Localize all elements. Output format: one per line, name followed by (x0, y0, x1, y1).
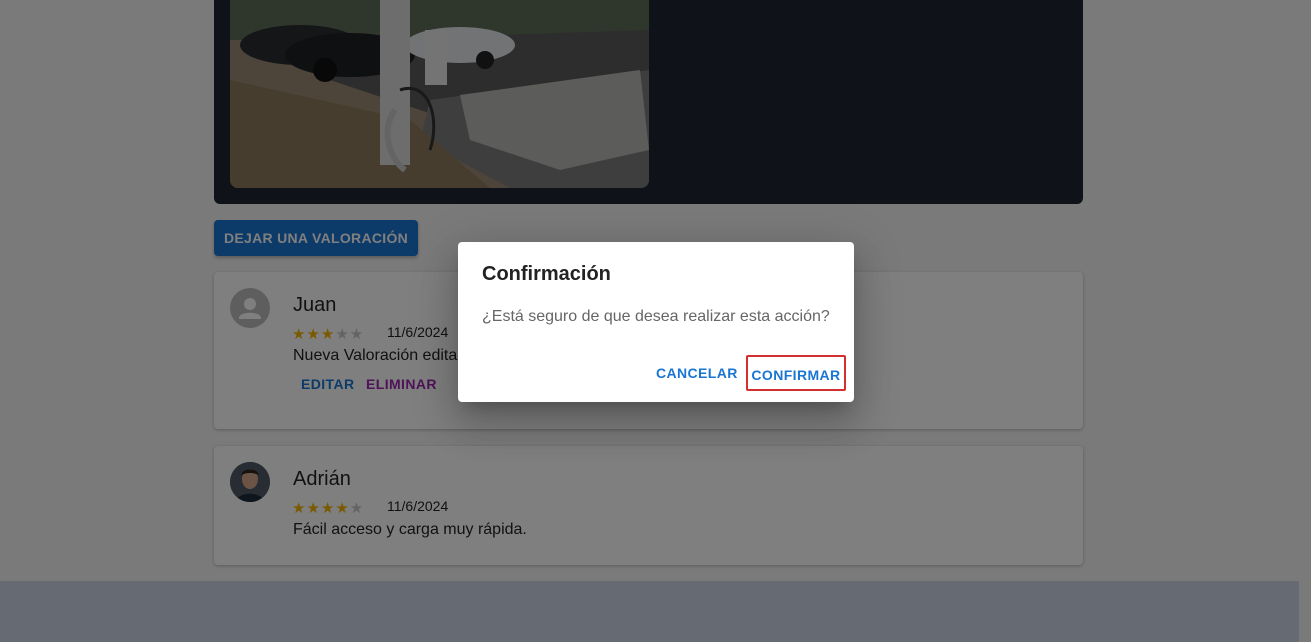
dialog-message: ¿Está seguro de que desea realizar esta … (482, 308, 830, 325)
cancel-button[interactable]: CANCELAR (648, 355, 746, 391)
confirm-button[interactable]: CONFIRMAR (746, 355, 846, 391)
confirmation-dialog: Confirmación ¿Está seguro de que desea r… (458, 242, 854, 402)
dialog-title: Confirmación (482, 263, 611, 285)
